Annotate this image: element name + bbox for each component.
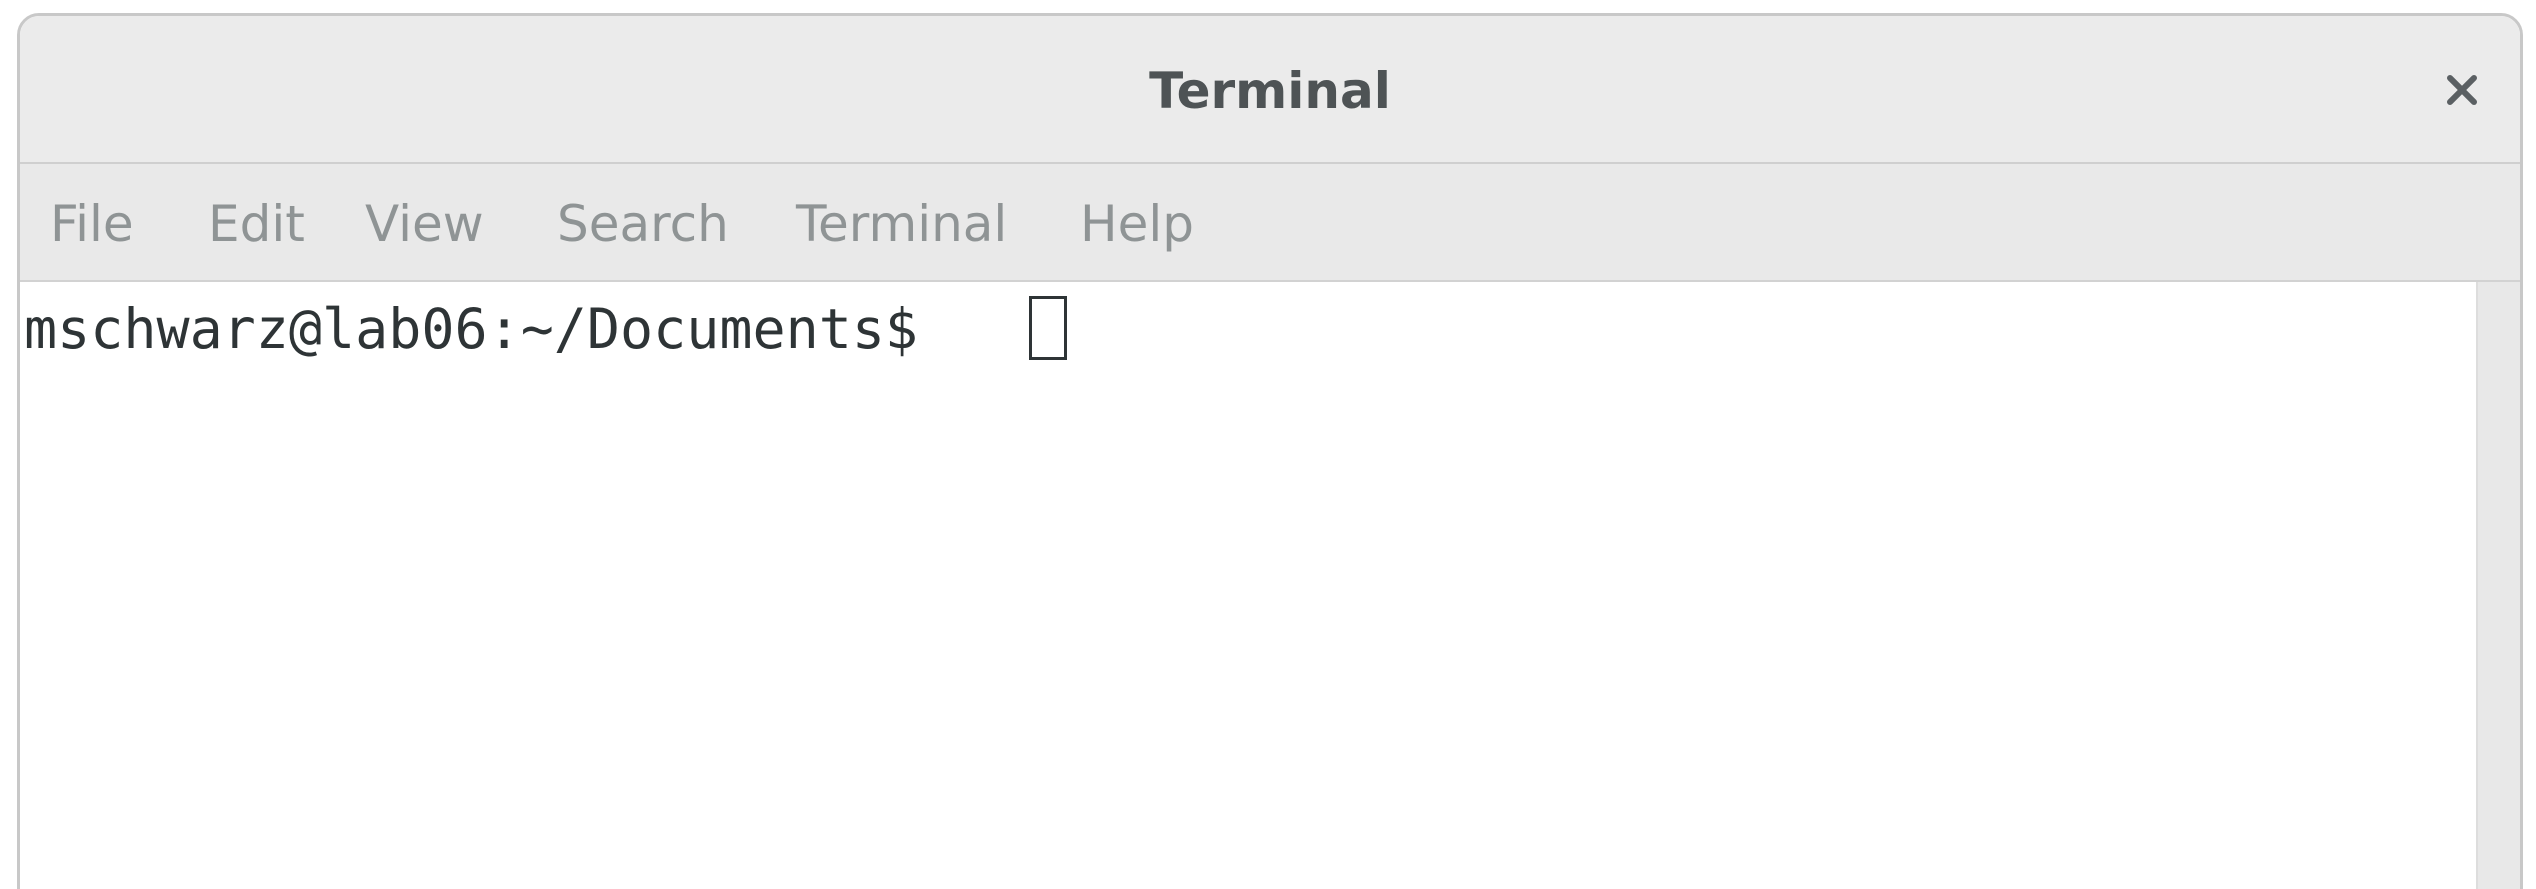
menu-terminal[interactable]: Terminal xyxy=(796,192,1007,256)
menu-bar: File Edit View Search Terminal Help xyxy=(20,164,2520,282)
vertical-scrollbar[interactable] xyxy=(2476,282,2520,889)
close-icon xyxy=(2447,75,2477,105)
title-bar[interactable]: Terminal xyxy=(20,16,2520,164)
shell-prompt: mschwarz@lab06:~/Documents$ xyxy=(24,297,952,361)
menu-file[interactable]: File xyxy=(50,192,134,256)
terminal-window: Terminal File Edit View Search Terminal … xyxy=(17,13,2523,889)
menu-help[interactable]: Help xyxy=(1080,192,1194,256)
menu-search[interactable]: Search xyxy=(557,192,729,256)
window-title: Terminal xyxy=(1149,62,1391,120)
menu-view[interactable]: View xyxy=(365,192,484,256)
close-button[interactable] xyxy=(2434,62,2490,118)
menu-edit[interactable]: Edit xyxy=(208,192,305,256)
text-cursor xyxy=(1029,296,1067,360)
terminal-output[interactable]: mschwarz@lab06:~/Documents$ xyxy=(20,282,2520,889)
